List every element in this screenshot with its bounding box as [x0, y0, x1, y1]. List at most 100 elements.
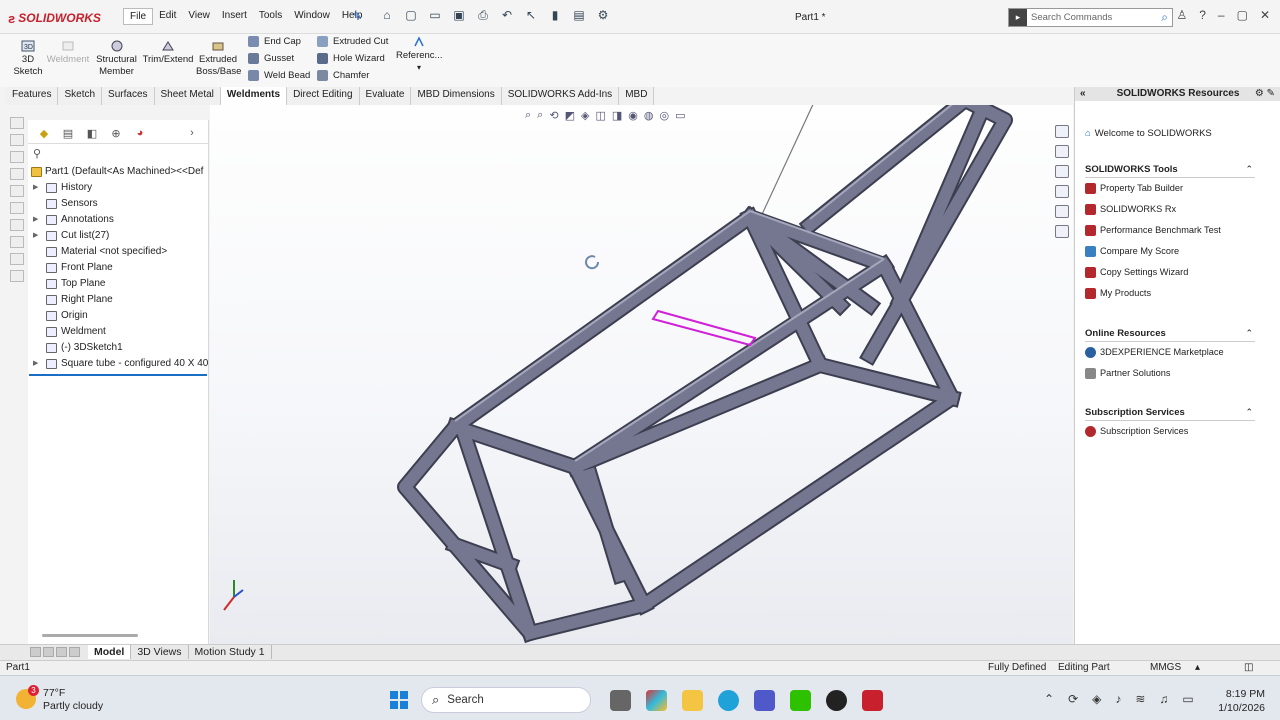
tab-model[interactable]: Model: [88, 645, 132, 659]
tree-item-3dsketch1[interactable]: (-) 3DSketch1: [28, 340, 209, 356]
strip-tool-icon[interactable]: [10, 151, 24, 163]
custom-properties-icon[interactable]: [1055, 225, 1069, 238]
strip-tool-icon[interactable]: [10, 270, 24, 282]
reference-dropdown-icon[interactable]: ▾: [396, 62, 442, 74]
chamfer-button[interactable]: Chamfer: [317, 70, 369, 81]
compare-my-score-link[interactable]: Compare My Score: [1085, 241, 1255, 262]
tree-root-part[interactable]: Part1 (Default<As Machined><<Def: [28, 164, 209, 180]
security-shield-icon[interactable]: ◈: [1092, 692, 1101, 706]
previous-tab-icon[interactable]: [43, 647, 54, 657]
tree-item-cut-list[interactable]: ▶ Cut list(27): [28, 228, 209, 244]
subscription-services-link[interactable]: Subscription Services: [1085, 421, 1255, 442]
hole-wizard-button[interactable]: Hole Wizard: [317, 53, 385, 64]
tab-surfaces[interactable]: Surfaces: [102, 87, 155, 105]
solidworks-logo[interactable]: ƨ SOLIDWORKS: [8, 8, 101, 28]
strip-tool-icon[interactable]: [10, 168, 24, 180]
first-tab-icon[interactable]: [30, 647, 41, 657]
strip-tool-icon[interactable]: [10, 134, 24, 146]
copilot-icon[interactable]: [646, 690, 667, 711]
strip-tool-icon[interactable]: [10, 236, 24, 248]
close-icon[interactable]: ✕: [1260, 8, 1270, 22]
feature-manager-icon[interactable]: ◆: [36, 127, 52, 141]
copy-settings-wizard-link[interactable]: Copy Settings Wizard: [1085, 262, 1255, 283]
volume-icon[interactable]: ♫: [1159, 692, 1168, 706]
chevron-up-icon[interactable]: ⌃: [1245, 407, 1253, 418]
partner-solutions-link[interactable]: Partner Solutions: [1085, 363, 1255, 384]
solidworks-taskbar-icon[interactable]: [862, 690, 883, 711]
undo-icon[interactable]: ↶: [498, 8, 516, 23]
extruded-cut-button[interactable]: Extruded Cut: [317, 36, 388, 47]
pin-icon[interactable]: ✎: [353, 10, 362, 23]
dimxpert-icon[interactable]: ⊕: [108, 127, 124, 141]
welcome-link[interactable]: ⌂ Welcome to SOLIDWORKS: [1085, 128, 1212, 139]
section-title[interactable]: Subscription Services ⌃: [1085, 407, 1255, 421]
save-icon[interactable]: ▣: [450, 8, 468, 23]
menu-window[interactable]: Window: [288, 8, 336, 25]
options-gear-icon[interactable]: ⚙: [594, 8, 612, 23]
battery-icon[interactable]: ▭: [1182, 692, 1193, 706]
trim-extend-button[interactable]: Trim/Extend: [142, 40, 194, 66]
tree-item-origin[interactable]: Origin: [28, 308, 209, 324]
menu-view[interactable]: View: [182, 8, 216, 25]
windows-start-icon[interactable]: [390, 691, 408, 709]
file-properties-icon[interactable]: ▤: [570, 8, 588, 23]
microphone-icon[interactable]: ♪: [1115, 692, 1121, 706]
sync-icon[interactable]: ⟳: [1068, 692, 1078, 706]
select-icon[interactable]: ↖: [522, 8, 540, 23]
strip-tool-icon[interactable]: [10, 253, 24, 265]
task-view-icon[interactable]: [610, 690, 631, 711]
show-hidden-icons-chevron-icon[interactable]: ⌃: [1044, 692, 1054, 706]
tab-solidworks-add-ins[interactable]: SOLIDWORKS Add-Ins: [502, 87, 620, 105]
my-products-link[interactable]: My Products: [1085, 283, 1255, 304]
minimize-icon[interactable]: –: [1218, 8, 1225, 22]
print-icon[interactable]: ⎙: [474, 8, 492, 23]
rebuild-status-icon[interactable]: ◫: [1244, 662, 1253, 673]
tab-weldments[interactable]: Weldments: [220, 87, 288, 105]
file-explorer-icon[interactable]: [682, 690, 703, 711]
structural-member-button[interactable]: Structural Member: [95, 40, 138, 78]
tab-sketch[interactable]: Sketch: [58, 87, 103, 105]
property-tab-builder-link[interactable]: Property Tab Builder: [1085, 178, 1255, 199]
tree-item-annotations[interactable]: ▶ Annotations: [28, 212, 209, 228]
section-title[interactable]: SOLIDWORKS Tools ⌃: [1085, 164, 1255, 178]
end-cap-button[interactable]: End Cap: [248, 36, 301, 47]
next-tab-icon[interactable]: [56, 647, 67, 657]
expand-panel-chevron-icon[interactable]: ›: [184, 127, 200, 141]
home-icon[interactable]: ⌂: [378, 8, 396, 23]
chevron-up-icon[interactable]: ⌃: [1245, 164, 1253, 175]
expand-arrow-icon[interactable]: ▶: [33, 356, 38, 372]
tree-item-history[interactable]: ▶ History: [28, 180, 209, 196]
strip-tool-icon[interactable]: [10, 185, 24, 197]
tab-mbd-dimensions[interactable]: MBD Dimensions: [411, 87, 502, 105]
open-icon[interactable]: ▭: [426, 8, 444, 23]
taskbar-search[interactable]: ⌕ Search: [421, 687, 591, 713]
tree-item-front-plane[interactable]: Front Plane: [28, 260, 209, 276]
new-document-icon[interactable]: ▢: [402, 8, 420, 23]
tab-direct-editing[interactable]: Direct Editing: [287, 87, 360, 105]
section-title[interactable]: Online Resources ⌃: [1085, 328, 1255, 342]
units-selector[interactable]: MMGS: [1150, 662, 1181, 673]
menu-insert[interactable]: Insert: [216, 8, 253, 25]
panel-options-icon[interactable]: ⚙ ✎: [1255, 87, 1275, 101]
tree-item-top-plane[interactable]: Top Plane: [28, 276, 209, 292]
design-library-icon[interactable]: [1055, 145, 1069, 158]
filter-icon[interactable]: ⚲: [33, 147, 41, 160]
view-palette-icon[interactable]: [1055, 185, 1069, 198]
menu-edit[interactable]: Edit: [153, 8, 182, 25]
strip-tool-icon[interactable]: [10, 117, 24, 129]
weldment-button[interactable]: Weldment: [46, 40, 90, 66]
strip-tool-icon[interactable]: [10, 219, 24, 231]
property-manager-icon[interactable]: ▤: [60, 127, 76, 141]
file-explorer-icon[interactable]: [1055, 165, 1069, 178]
maximize-icon[interactable]: ▢: [1237, 8, 1248, 22]
units-dropdown-icon[interactable]: ▴: [1195, 662, 1200, 673]
strip-tool-icon[interactable]: [10, 202, 24, 214]
weld-bead-button[interactable]: Weld Bead: [248, 70, 310, 81]
clock[interactable]: 8:19 PM 1/10/2026: [1210, 687, 1265, 715]
traffic-light-icon[interactable]: ▮: [546, 8, 564, 23]
selected-member-highlight[interactable]: [651, 309, 757, 347]
tab-features[interactable]: Features: [6, 87, 59, 105]
tab-3d-views[interactable]: 3D Views: [131, 645, 189, 659]
edge-browser-icon[interactable]: [718, 690, 739, 711]
expand-arrow-icon[interactable]: ▶: [33, 180, 38, 196]
